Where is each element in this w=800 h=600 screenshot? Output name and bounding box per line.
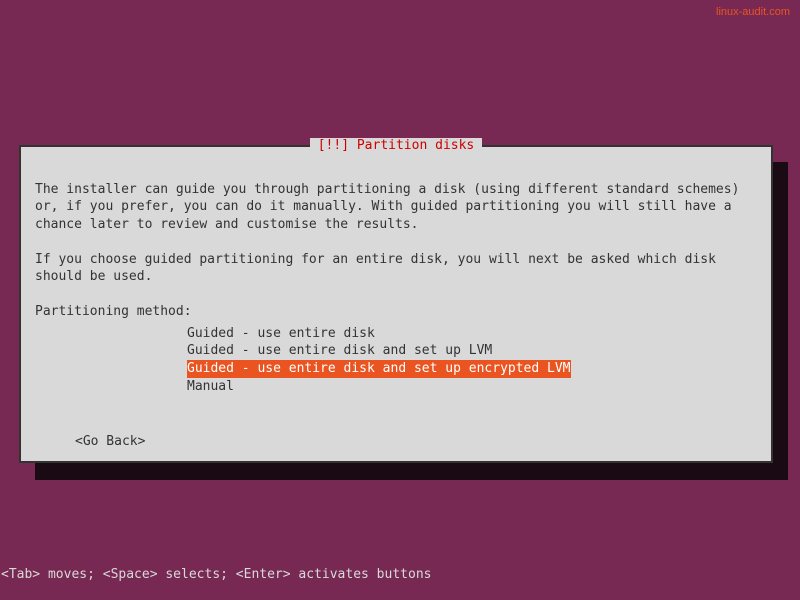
partition-disks-dialog: [!!] Partition disks The installer can g…: [19, 145, 773, 463]
partitioning-options-list: Guided - use entire diskGuided - use ent…: [35, 325, 757, 395]
option-guided-entire-disk[interactable]: Guided - use entire disk: [187, 325, 375, 343]
footer-help-text: <Tab> moves; <Space> selects; <Enter> ac…: [1, 567, 431, 582]
option-guided-encrypted-lvm[interactable]: Guided - use entire disk and set up encr…: [187, 360, 571, 378]
dialog-title: [!!] Partition disks: [310, 138, 483, 153]
dialog-content: The installer can guide you through part…: [21, 147, 771, 466]
dialog-paragraph-1: The installer can guide you through part…: [35, 182, 747, 232]
option-manual[interactable]: Manual: [187, 378, 234, 396]
dialog-paragraph-2: If you choose guided partitioning for an…: [35, 252, 724, 285]
dialog-title-wrapper: [!!] Partition disks: [21, 138, 771, 153]
partitioning-method-prompt: Partitioning method:: [35, 304, 192, 319]
attribution-text: linux-audit.com: [716, 6, 790, 18]
go-back-button[interactable]: <Go Back>: [75, 434, 145, 449]
option-guided-lvm[interactable]: Guided - use entire disk and set up LVM: [187, 342, 492, 360]
